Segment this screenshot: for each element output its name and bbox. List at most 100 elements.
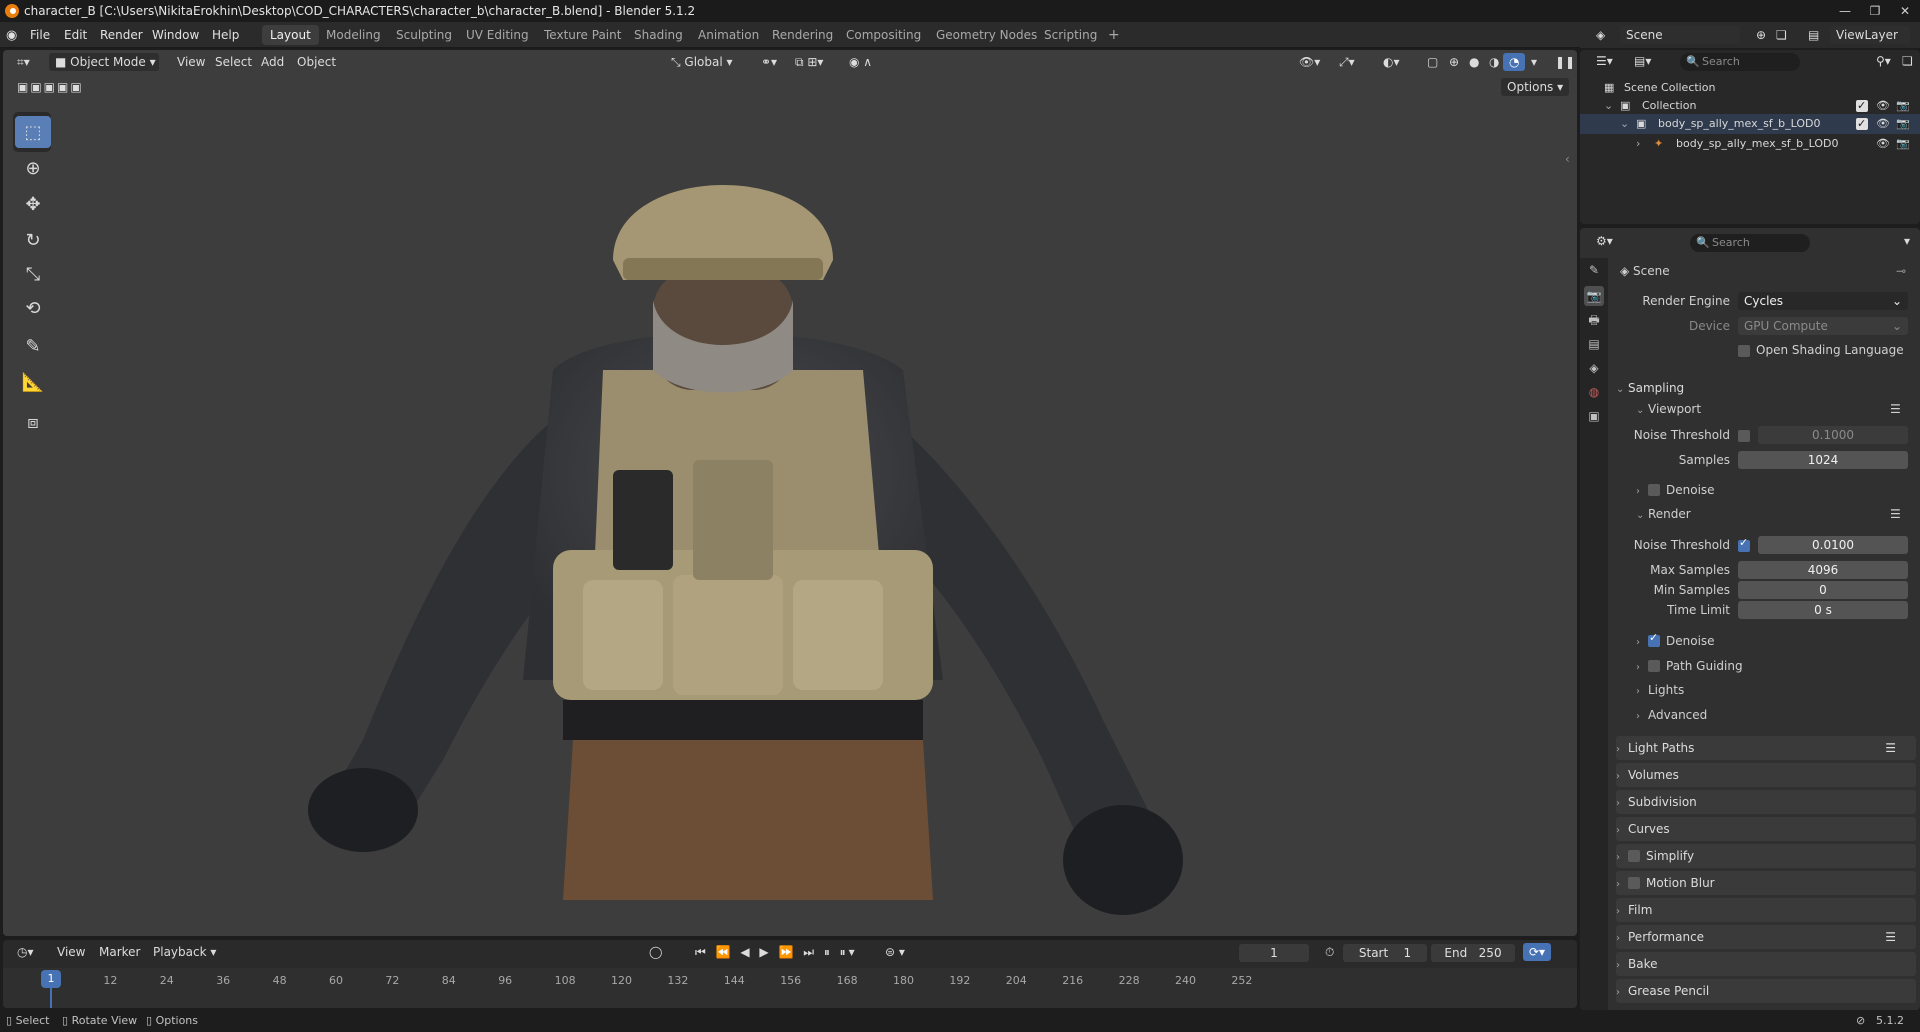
menu-render[interactable]: Render: [100, 28, 143, 42]
collection-tab-icon[interactable]: ▣: [1584, 406, 1604, 426]
tab-sculpting[interactable]: Sculpting: [388, 25, 460, 45]
new-collection-icon[interactable]: ❏: [1896, 52, 1919, 70]
record-icon[interactable]: ◯: [643, 943, 668, 961]
eye-icon[interactable]: 👁: [1876, 134, 1890, 154]
camera-icon[interactable]: 📷: [1896, 96, 1910, 116]
device-dropdown[interactable]: GPU Compute ⌄: [1738, 317, 1908, 335]
timeline-menu-view[interactable]: View: [51, 943, 91, 961]
menu-window[interactable]: Window: [152, 28, 199, 42]
cursor-icon[interactable]: ⊕: [15, 152, 51, 184]
render-engine-dropdown[interactable]: Cycles ⌄: [1738, 292, 1908, 310]
panel-enable-checkbox[interactable]: [1628, 877, 1640, 889]
eye-icon[interactable]: 👁: [1876, 114, 1890, 134]
stopwatch-icon[interactable]: ⏱: [1319, 943, 1340, 961]
vp-noise-threshold-field[interactable]: 0.1000: [1758, 426, 1908, 444]
tab-animation[interactable]: Animation: [690, 25, 767, 45]
timeline-menu-marker[interactable]: Marker: [93, 943, 146, 961]
panel-header-subdivision[interactable]: › Subdivision: [1616, 790, 1916, 814]
output-tab-icon[interactable]: 🖶: [1584, 310, 1604, 330]
tab-geometry-nodes[interactable]: Geometry Nodes: [928, 25, 1045, 45]
panel-enable-checkbox[interactable]: [1628, 850, 1640, 862]
preset-icon[interactable]: ☰: [1885, 925, 1896, 949]
panel-header-light-paths[interactable]: › Light Paths ☰: [1616, 736, 1916, 760]
tab-shading[interactable]: Shading: [626, 25, 691, 45]
end-frame-field[interactable]: End 250: [1431, 944, 1515, 962]
tab-uv-editing[interactable]: UV Editing: [458, 25, 537, 45]
menu-help[interactable]: Help: [212, 28, 239, 42]
outliner-search-input[interactable]: 🔍 Search: [1680, 53, 1800, 71]
gizmo-icon[interactable]: ⤢▾: [1333, 53, 1361, 71]
measure-icon[interactable]: 📐: [15, 366, 51, 398]
playback-controls[interactable]: ⏮ ⏪ ◀ ▶ ⏩ ⏭ ⏸ ⏸▾: [689, 943, 864, 961]
r-denoise-subpanel[interactable]: › Denoise: [1636, 631, 1715, 648]
shading-options-icon[interactable]: ▾: [1525, 53, 1543, 71]
outliner-editor-type-icon[interactable]: ☰▾: [1590, 52, 1619, 70]
outliner-display-mode-icon[interactable]: ▤▾: [1628, 52, 1657, 70]
keying-icon[interactable]: ⊜ ▾: [879, 943, 911, 961]
annotate-icon[interactable]: ✎: [15, 330, 51, 362]
scale-icon[interactable]: ⤡: [15, 258, 51, 290]
editor-type-icon[interactable]: ⌗▾: [11, 53, 36, 71]
tab-texture-paint[interactable]: Texture Paint: [536, 25, 629, 45]
tool-tab-icon[interactable]: ✎: [1584, 260, 1604, 280]
current-frame-field[interactable]: 1: [1239, 944, 1309, 962]
properties-search-input[interactable]: 🔍 Search: [1690, 234, 1810, 252]
r-denoise-checkbox[interactable]: [1648, 631, 1660, 647]
camera-icon[interactable]: 📷: [1896, 114, 1910, 134]
r-noise-threshold-checkbox[interactable]: [1738, 536, 1750, 552]
min-samples-field[interactable]: 0: [1738, 581, 1908, 599]
visibility-icon[interactable]: 👁▾: [1293, 53, 1326, 71]
new-scene-icon[interactable]: ❏: [1770, 26, 1793, 44]
sidebar-toggle-icon[interactable]: ‹: [1559, 150, 1576, 168]
panel-header-grease-pencil[interactable]: › Grease Pencil: [1616, 979, 1916, 1003]
transform-icon[interactable]: ⟲: [15, 292, 51, 324]
tab-scripting[interactable]: Scripting: [1036, 25, 1105, 45]
select-box-icon[interactable]: ⬚: [15, 116, 51, 148]
options-dropdown[interactable]: Options ▾: [1501, 78, 1570, 96]
lights-subpanel[interactable]: › Lights: [1636, 683, 1684, 697]
panel-header-volumes[interactable]: › Volumes: [1616, 763, 1916, 787]
mode-selector[interactable]: ■ Object Mode ▾: [49, 53, 159, 71]
expand-chevron-icon[interactable]: ⌄: [1604, 96, 1613, 116]
menu-view[interactable]: View: [171, 53, 211, 71]
vp-denoise-subpanel[interactable]: › Denoise: [1636, 482, 1715, 497]
tab-layout[interactable]: Layout: [262, 25, 319, 45]
menu-add[interactable]: Add: [255, 53, 290, 71]
timeline-editor-type-icon[interactable]: ◷▾: [11, 943, 40, 961]
advanced-subpanel[interactable]: › Advanced: [1636, 708, 1707, 722]
maximize-button[interactable]: ❐: [1860, 2, 1890, 20]
playhead-frame-badge[interactable]: 1: [41, 970, 61, 988]
properties-options-icon[interactable]: ▾: [1898, 232, 1916, 250]
panel-header-film[interactable]: › Film: [1616, 898, 1916, 922]
panel-header-performance[interactable]: › Performance ☰: [1616, 925, 1916, 949]
overlay-icon[interactable]: ◐▾: [1377, 53, 1406, 71]
menu-select[interactable]: Select: [209, 53, 258, 71]
expand-chevron-icon[interactable]: ⌄: [1620, 114, 1629, 134]
collection-exclude-checkbox[interactable]: [1856, 96, 1868, 116]
camera-icon[interactable]: 📷: [1896, 134, 1910, 154]
vp-denoise-checkbox[interactable]: [1648, 484, 1660, 496]
outliner-row-scene-collection[interactable]: ▦ Scene Collection: [1580, 78, 1920, 98]
panel-header-bake[interactable]: › Bake: [1616, 952, 1916, 976]
vp-noise-threshold-checkbox[interactable]: [1738, 430, 1750, 442]
max-samples-field[interactable]: 4096: [1738, 561, 1908, 579]
filter-icon[interactable]: ⚲▾: [1870, 52, 1897, 70]
start-frame-field[interactable]: Start 1: [1343, 944, 1427, 962]
preset-icon[interactable]: ☰: [1885, 736, 1896, 760]
pin-icon[interactable]: ⊸: [1896, 264, 1906, 278]
r-noise-threshold-field[interactable]: 0.0100: [1758, 536, 1908, 554]
blender-menu-icon[interactable]: ◉: [6, 28, 17, 43]
outliner-row-collection[interactable]: ⌄ ▣ Collection 👁 📷: [1580, 96, 1920, 116]
character-model[interactable]: [303, 120, 1203, 936]
menu-object[interactable]: Object: [291, 53, 342, 71]
tab-rendering[interactable]: Rendering: [764, 25, 841, 45]
menu-file[interactable]: File: [30, 28, 50, 42]
osl-checkbox[interactable]: [1738, 345, 1750, 357]
move-icon[interactable]: ✥: [15, 188, 51, 220]
snap-icon[interactable]: ⧉ ⊞▾: [789, 53, 829, 71]
menu-edit[interactable]: Edit: [64, 28, 87, 42]
add-workspace-icon[interactable]: +: [1100, 25, 1128, 45]
tab-compositing[interactable]: Compositing: [838, 25, 929, 45]
panel-header-curves[interactable]: › Curves: [1616, 817, 1916, 841]
add-cube-icon[interactable]: ⧈: [15, 406, 51, 438]
